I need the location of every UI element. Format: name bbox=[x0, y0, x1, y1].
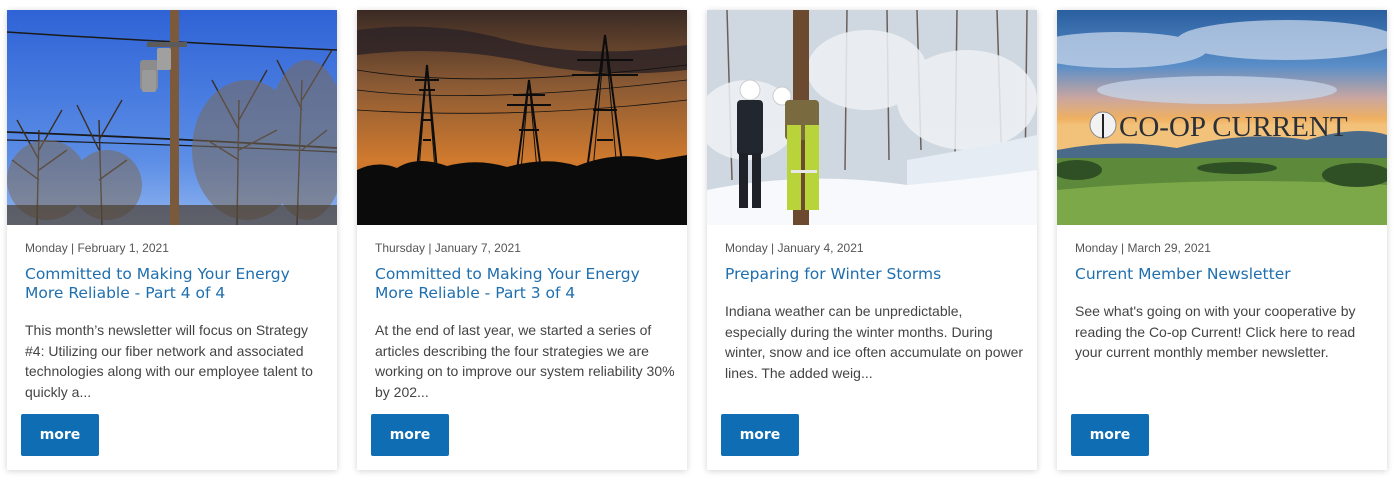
news-card-1: Monday | February 1, 2021 Committed to M… bbox=[7, 10, 337, 470]
card-image-utility-pole[interactable] bbox=[7, 10, 337, 225]
post-excerpt: Indiana weather can be unpredictable, es… bbox=[725, 303, 1024, 381]
post-title-link[interactable]: Committed to Making Your Energy More Rel… bbox=[25, 265, 325, 303]
post-date: Monday | February 1, 2021 bbox=[25, 241, 169, 255]
post-title-link[interactable]: Preparing for Winter Storms bbox=[725, 265, 1025, 284]
post-excerpt: See what's going on with your cooperativ… bbox=[1075, 303, 1356, 360]
more-button[interactable]: more bbox=[1071, 414, 1149, 456]
news-card-3: Monday | January 4, 2021 Preparing for W… bbox=[707, 10, 1037, 470]
coop-current-logo-text: CO-OP CURRENT bbox=[1119, 111, 1348, 143]
more-button[interactable]: more bbox=[371, 414, 449, 456]
post-excerpt: This month’s newsletter will focus on St… bbox=[25, 322, 313, 400]
post-excerpt: At the end of last year, we started a se… bbox=[375, 322, 675, 400]
card-image-transmission-towers[interactable] bbox=[357, 10, 687, 225]
news-card-2: Thursday | January 7, 2021 Committed to … bbox=[357, 10, 687, 470]
post-date: Thursday | January 7, 2021 bbox=[375, 241, 521, 255]
card-image-winter-linemen[interactable] bbox=[707, 10, 1037, 225]
news-card-4: CO-OP CURRENT Monday | March 29, 2021 Cu… bbox=[1057, 10, 1387, 470]
more-button[interactable]: more bbox=[721, 414, 799, 456]
card-image-coop-current[interactable]: CO-OP CURRENT bbox=[1057, 10, 1387, 225]
more-button[interactable]: more bbox=[21, 414, 99, 456]
post-date: Monday | March 29, 2021 bbox=[1075, 241, 1211, 255]
post-title-link[interactable]: Committed to Making Your Energy More Rel… bbox=[375, 265, 675, 303]
post-title-link[interactable]: Current Member Newsletter bbox=[1075, 265, 1375, 284]
post-date: Monday | January 4, 2021 bbox=[725, 241, 864, 255]
